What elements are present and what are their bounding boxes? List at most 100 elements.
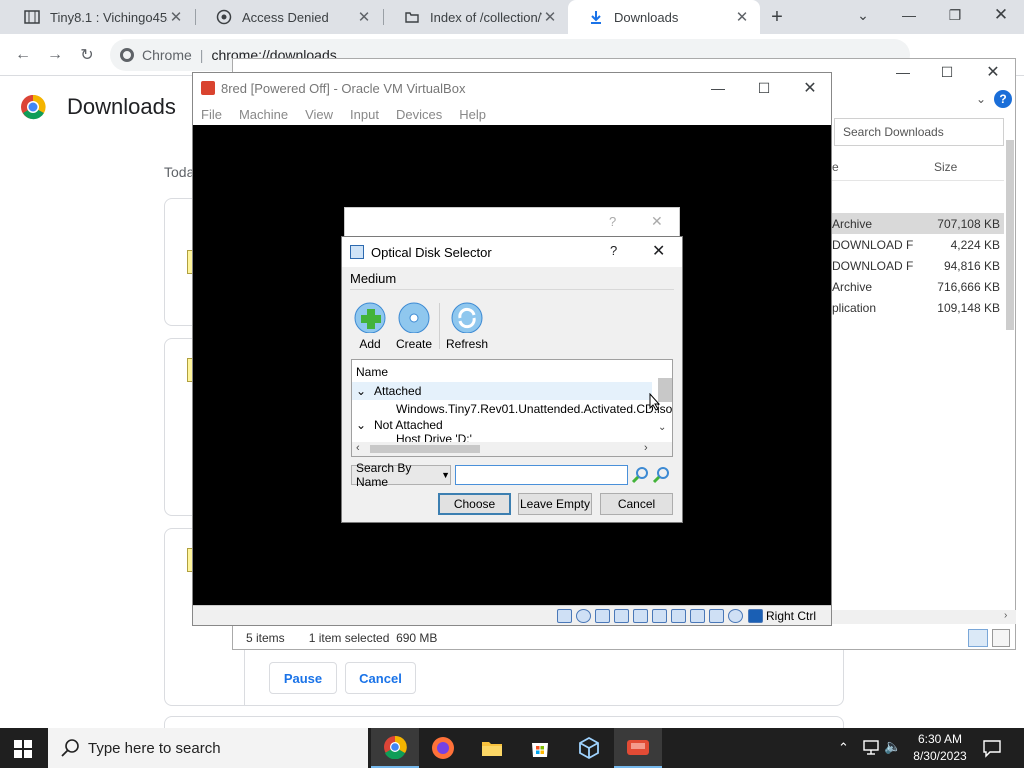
add-button[interactable]: Add: [348, 301, 392, 351]
pause-button[interactable]: Pause: [269, 662, 337, 694]
maximize-button[interactable]: ☐: [741, 73, 787, 103]
maximize-button[interactable]: ☐: [924, 58, 970, 86]
file-row[interactable]: plication 109,148 KB: [832, 297, 1004, 318]
scrollbar[interactable]: [1006, 140, 1014, 330]
hard-disk-icon[interactable]: [557, 609, 572, 623]
chevron-down-icon[interactable]: ⌄: [356, 384, 374, 398]
store-taskbar-icon[interactable]: [516, 728, 564, 768]
menu-help[interactable]: Help: [459, 107, 486, 122]
usb-icon[interactable]: [633, 609, 648, 623]
background-dialog: ? ✕: [344, 207, 680, 237]
explorer-status-bar: 5 items 1 item selected 690 MB: [232, 626, 1016, 650]
tab-access-denied[interactable]: Access Denied ✕: [196, 0, 382, 34]
firefox-taskbar-icon[interactable]: [419, 728, 467, 768]
details-view-icon[interactable]: [968, 629, 988, 647]
leave-empty-button[interactable]: Leave Empty: [518, 493, 592, 515]
scroll-right-icon[interactable]: ›: [644, 442, 648, 454]
menu-view[interactable]: View: [305, 107, 333, 122]
close-icon[interactable]: ✕: [542, 8, 558, 26]
horizontal-scrollbar[interactable]: [832, 610, 1016, 624]
show-hidden-icons[interactable]: ⌃: [838, 740, 849, 756]
network-icon[interactable]: [614, 609, 629, 623]
menu-devices[interactable]: Devices: [396, 107, 442, 122]
tab-search-icon[interactable]: ⌄: [840, 0, 886, 30]
forward-button[interactable]: →: [44, 44, 66, 66]
display-icon[interactable]: [671, 609, 686, 623]
file-row[interactable]: DOWNLOAD File4,224 KB: [832, 234, 1004, 255]
scroll-left-icon[interactable]: ‹: [356, 442, 360, 454]
close-icon[interactable]: ✕: [356, 8, 372, 26]
shared-folders-icon[interactable]: [652, 609, 667, 623]
refresh-button[interactable]: Refresh: [445, 301, 489, 351]
mouse-integration-icon[interactable]: [728, 609, 743, 623]
help-button[interactable]: ?: [610, 243, 617, 258]
close-icon[interactable]: ✕: [734, 8, 750, 26]
virtualbox-taskbar-icon[interactable]: [565, 728, 613, 768]
column-type-header[interactable]: e: [832, 160, 839, 174]
file-row[interactable]: Archive 707,108 KB: [832, 213, 1004, 234]
optical-drive-icon[interactable]: [576, 609, 591, 623]
chevron-down-icon[interactable]: ⌄: [976, 92, 986, 106]
chrome-taskbar-icon[interactable]: [371, 728, 419, 768]
tab-tiny81[interactable]: Tiny8.1 : Vichingo455 : ✕: [4, 0, 194, 34]
create-button[interactable]: Create: [392, 301, 436, 351]
tree-group-not-attached[interactable]: ⌄ Not Attached: [356, 417, 443, 433]
new-tab-button[interactable]: +: [766, 6, 788, 28]
close-icon[interactable]: ✕: [168, 8, 184, 26]
file-row[interactable]: Archive 716,666 KB: [832, 276, 1004, 297]
vm-taskbar-icon[interactable]: [614, 728, 662, 768]
recording-icon[interactable]: [690, 609, 705, 623]
explorer-search-input[interactable]: Search Downloads: [834, 118, 1004, 146]
scroll-right-icon[interactable]: ›: [1004, 610, 1007, 621]
taskbar-search-box[interactable]: Type here to search: [48, 728, 368, 768]
chrome-logo-icon: [20, 94, 46, 120]
back-button[interactable]: ←: [12, 44, 34, 66]
tab-downloads[interactable]: Downloads ✕: [568, 0, 760, 34]
add-icon: [354, 302, 386, 333]
search-input[interactable]: [455, 465, 628, 485]
cpu-icon[interactable]: [709, 609, 724, 623]
chevron-down-icon[interactable]: ⌄: [356, 418, 374, 432]
tree-item-disk[interactable]: Windows.Tiny7.Rev01.Unattended.Activated…: [396, 401, 672, 417]
minimize-button[interactable]: —: [886, 0, 932, 30]
minimize-button[interactable]: —: [880, 58, 926, 86]
system-clock[interactable]: 6:30 AM 8/30/2023: [900, 731, 980, 765]
file-explorer-taskbar-icon[interactable]: [468, 728, 516, 768]
network-icon[interactable]: [862, 738, 880, 756]
reload-button[interactable]: ↻: [76, 44, 98, 66]
windows-start-icon[interactable]: [14, 740, 32, 758]
help-icon[interactable]: ?: [994, 90, 1012, 108]
cancel-button[interactable]: Cancel: [600, 493, 673, 515]
close-window-button[interactable]: ✕: [978, 0, 1024, 30]
scroll-down-icon[interactable]: ⌄: [658, 422, 666, 433]
omnibox-site-label: Chrome: [142, 47, 192, 63]
search-mode-select[interactable]: Search By Name ▼: [351, 461, 451, 489]
menu-input[interactable]: Input: [350, 107, 379, 122]
host-key-icon[interactable]: [748, 609, 763, 623]
volume-icon[interactable]: 🔈: [884, 738, 901, 755]
close-window-button[interactable]: ✕: [787, 73, 833, 103]
omnibox-divider: |: [199, 47, 204, 63]
file-row[interactable]: DOWNLOAD File94,816 KB: [832, 255, 1004, 276]
choose-button[interactable]: Choose: [438, 493, 511, 515]
restore-button[interactable]: ❐: [932, 0, 978, 30]
horizontal-scrollbar-thumb[interactable]: [370, 445, 480, 453]
search-next-icon[interactable]: [652, 466, 670, 484]
search-icon[interactable]: [631, 466, 649, 484]
close-window-button[interactable]: ✕: [970, 58, 1016, 86]
tiles-view-icon[interactable]: [992, 629, 1010, 647]
notifications-icon[interactable]: [982, 738, 1002, 758]
tree-group-attached[interactable]: ⌄ Attached: [356, 383, 421, 399]
globe-lock-icon: [216, 9, 232, 25]
column-size-header[interactable]: Size: [934, 160, 957, 174]
menu-machine[interactable]: Machine: [239, 107, 288, 122]
minimize-button[interactable]: —: [695, 73, 741, 103]
close-dialog-button[interactable]: ✕: [652, 241, 665, 261]
column-name-header[interactable]: Name: [356, 364, 388, 380]
medium-tree[interactable]: ⌃ Name ⌄ Attached Windows.Tiny7.Rev01.Un…: [351, 359, 673, 457]
audio-icon[interactable]: [595, 609, 610, 623]
tab-index-of[interactable]: Index of /collection/Wi ✕: [384, 0, 568, 34]
menu-file[interactable]: File: [201, 107, 222, 122]
cancel-download-button[interactable]: Cancel: [345, 662, 416, 694]
dialog-title: Optical Disk Selector: [371, 244, 492, 260]
